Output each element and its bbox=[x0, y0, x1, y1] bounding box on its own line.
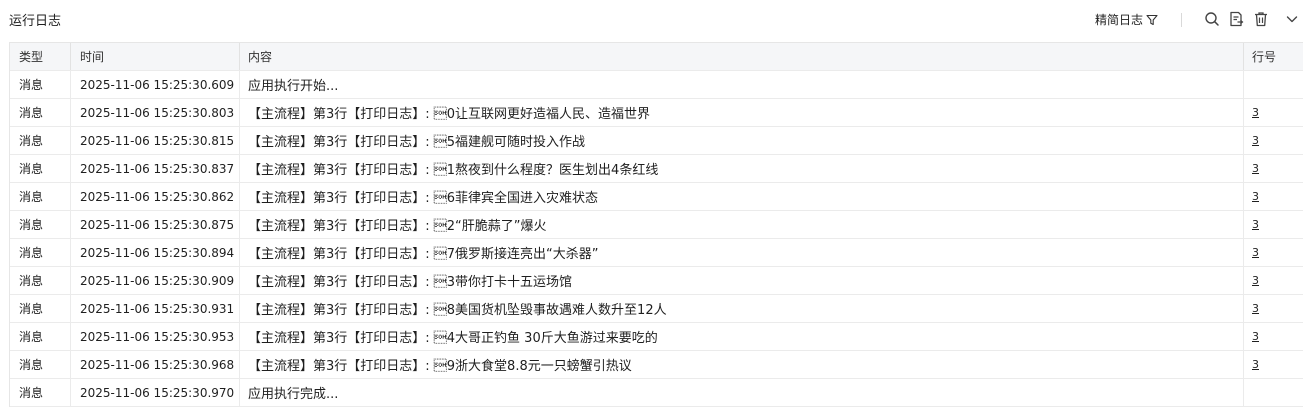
cell-content: 【主流程】第3行【打印日志】: 3带你打卡十五运场馆 bbox=[240, 267, 1244, 294]
cell-content: 【主流程】第3行【打印日志】: 4大哥正钓鱼 30斤大鱼游过来要吃的 bbox=[240, 323, 1244, 350]
search-icon[interactable] bbox=[1203, 10, 1221, 28]
line-number-link[interactable]: 3 bbox=[1252, 134, 1259, 147]
cell-line: 3 bbox=[1244, 211, 1303, 238]
cell-type: 消息 bbox=[10, 351, 71, 378]
cell-line: 3 bbox=[1244, 155, 1303, 182]
cell-type: 消息 bbox=[10, 211, 71, 238]
cell-type: 消息 bbox=[10, 295, 71, 322]
table-row: 消息 2025-11-06 15:25:30.803 【主流程】第3行【打印日志】:… bbox=[10, 99, 1303, 127]
cell-content: 【主流程】第3行【打印日志】: 6菲律宾全国进入灾难状态 bbox=[240, 183, 1244, 210]
log-mode-label: 精简日志 bbox=[1095, 13, 1144, 27]
line-number-link[interactable]: 3 bbox=[1252, 246, 1259, 259]
cell-type: 消息 bbox=[10, 183, 71, 210]
export-log-icon[interactable] bbox=[1227, 10, 1245, 28]
cell-line: 3 bbox=[1244, 295, 1303, 322]
line-number-link[interactable]: 3 bbox=[1252, 162, 1259, 175]
cell-line: 3 bbox=[1244, 99, 1303, 126]
cell-line: 3 bbox=[1244, 127, 1303, 154]
table-row: 消息 2025-11-06 15:25:30.815 【主流程】第3行【打印日志】:… bbox=[10, 127, 1303, 155]
cell-content: 应用执行完成... bbox=[240, 379, 1244, 406]
line-number-link[interactable]: 3 bbox=[1252, 218, 1259, 231]
cell-line: 3 bbox=[1244, 323, 1303, 350]
line-number-link[interactable]: 3 bbox=[1252, 358, 1259, 371]
cell-line: 3 bbox=[1244, 351, 1303, 378]
cell-line: 3 bbox=[1244, 267, 1303, 294]
cell-content: 【主流程】第3行【打印日志】: 5福建舰可随时投入作战 bbox=[240, 127, 1244, 154]
cell-time: 2025-11-06 15:25:30.894 bbox=[71, 239, 240, 266]
cell-time: 2025-11-06 15:25:30.953 bbox=[71, 323, 240, 350]
cell-content: 【主流程】第3行【打印日志】: 1熬夜到什么程度？医生划出4条红线 bbox=[240, 155, 1244, 182]
log-mode-filter[interactable]: 精简日志 bbox=[1095, 11, 1158, 28]
cell-type: 消息 bbox=[10, 155, 71, 182]
toolbar-divider bbox=[1181, 13, 1182, 27]
log-header: 运行日志 精简日志 bbox=[0, 0, 1303, 40]
table-body: 消息 2025-11-06 15:25:30.609 应用执行开始... 消息 2025… bbox=[10, 71, 1303, 407]
cell-time: 2025-11-06 15:25:30.862 bbox=[71, 183, 240, 210]
table-row: 消息 2025-11-06 15:25:30.909 【主流程】第3行【打印日志】:… bbox=[10, 267, 1303, 295]
table-header-row: 类型 时间 内容 行号 bbox=[10, 43, 1303, 71]
column-header-line[interactable]: 行号 bbox=[1244, 43, 1303, 70]
cell-type: 消息 bbox=[10, 127, 71, 154]
cell-time: 2025-11-06 15:25:30.609 bbox=[71, 71, 240, 98]
cell-line bbox=[1244, 379, 1303, 406]
cell-content: 应用执行开始... bbox=[240, 71, 1244, 98]
log-table: 类型 时间 内容 行号 消息 2025-11-06 15:25:30.609 应用执… bbox=[9, 42, 1303, 407]
column-header-type[interactable]: 类型 bbox=[10, 43, 71, 70]
cell-time: 2025-11-06 15:25:30.970 bbox=[71, 379, 240, 406]
cell-content: 【主流程】第3行【打印日志】: 2“肝脆蒜了”爆火 bbox=[240, 211, 1244, 238]
cell-type: 消息 bbox=[10, 71, 71, 98]
cell-time: 2025-11-06 15:25:30.875 bbox=[71, 211, 240, 238]
cell-type: 消息 bbox=[10, 99, 71, 126]
cell-time: 2025-11-06 15:25:30.815 bbox=[71, 127, 240, 154]
page-title: 运行日志 bbox=[9, 14, 62, 29]
cell-line bbox=[1244, 71, 1303, 98]
table-row: 消息 2025-11-06 15:25:30.968 【主流程】第3行【打印日志】:… bbox=[10, 351, 1303, 379]
cell-content: 【主流程】第3行【打印日志】: 7俄罗斯接连亮出“大杀器” bbox=[240, 239, 1244, 266]
cell-time: 2025-11-06 15:25:30.909 bbox=[71, 267, 240, 294]
cell-type: 消息 bbox=[10, 267, 71, 294]
column-header-time[interactable]: 时间 bbox=[71, 43, 240, 70]
table-row: 消息 2025-11-06 15:25:30.894 【主流程】第3行【打印日志】:… bbox=[10, 239, 1303, 267]
line-number-link[interactable]: 3 bbox=[1252, 302, 1259, 315]
line-number-link[interactable]: 3 bbox=[1252, 190, 1259, 203]
column-header-content[interactable]: 内容 bbox=[240, 43, 1244, 70]
cell-line: 3 bbox=[1244, 183, 1303, 210]
trash-icon[interactable] bbox=[1252, 10, 1270, 28]
table-row: 消息 2025-11-06 15:25:30.875 【主流程】第3行【打印日志】:… bbox=[10, 211, 1303, 239]
line-number-link[interactable]: 3 bbox=[1252, 330, 1259, 343]
table-row: 消息 2025-11-06 15:25:30.862 【主流程】第3行【打印日志】:… bbox=[10, 183, 1303, 211]
cell-type: 消息 bbox=[10, 379, 71, 406]
table-row: 消息 2025-11-06 15:25:30.931 【主流程】第3行【打印日志】:… bbox=[10, 295, 1303, 323]
filter-icon bbox=[1146, 14, 1158, 25]
table-row: 消息 2025-11-06 15:25:30.953 【主流程】第3行【打印日志】:… bbox=[10, 323, 1303, 351]
cell-time: 2025-11-06 15:25:30.931 bbox=[71, 295, 240, 322]
line-number-link[interactable]: 3 bbox=[1252, 106, 1259, 119]
chevron-down-icon[interactable] bbox=[1283, 10, 1301, 28]
cell-time: 2025-11-06 15:25:30.968 bbox=[71, 351, 240, 378]
cell-content: 【主流程】第3行【打印日志】: 9浙大食堂8.8元一只螃蟹引热议 bbox=[240, 351, 1244, 378]
cell-time: 2025-11-06 15:25:30.837 bbox=[71, 155, 240, 182]
table-row: 消息 2025-11-06 15:25:30.970 应用执行完成... bbox=[10, 379, 1303, 407]
cell-type: 消息 bbox=[10, 323, 71, 350]
cell-time: 2025-11-06 15:25:30.803 bbox=[71, 99, 240, 126]
cell-line: 3 bbox=[1244, 239, 1303, 266]
table-row: 消息 2025-11-06 15:25:30.609 应用执行开始... bbox=[10, 71, 1303, 99]
table-row: 消息 2025-11-06 15:25:30.837 【主流程】第3行【打印日志】:… bbox=[10, 155, 1303, 183]
line-number-link[interactable]: 3 bbox=[1252, 274, 1259, 287]
cell-content: 【主流程】第3行【打印日志】: 8美国货机坠毁事故遇难人数升至12人 bbox=[240, 295, 1244, 322]
cell-type: 消息 bbox=[10, 239, 71, 266]
cell-content: 【主流程】第3行【打印日志】: 0让互联网更好造福人民、造福世界 bbox=[240, 99, 1244, 126]
